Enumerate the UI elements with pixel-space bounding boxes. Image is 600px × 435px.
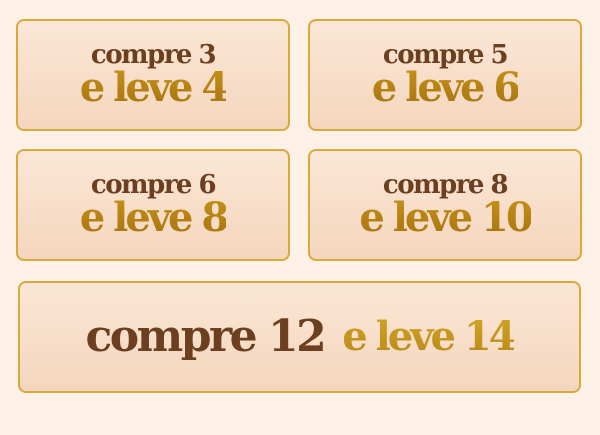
offer-card-buy-5-get-6[interactable]: compre 5 e leve 6: [308, 19, 582, 131]
offer-buy-label: compre 12: [85, 311, 327, 362]
offer-get-label: e leve 10: [359, 194, 533, 241]
offer-get-label: e leve 4: [79, 64, 229, 111]
offer-get-label: e leve 8: [79, 194, 229, 241]
offer-get-label: e leve 14: [342, 313, 516, 360]
offer-get-label: e leve 6: [371, 64, 521, 111]
offer-card-buy-6-get-8[interactable]: compre 6 e leve 8: [16, 149, 290, 261]
offer-card-buy-8-get-10[interactable]: compre 8 e leve 10: [308, 149, 582, 261]
offer-card-buy-3-get-4[interactable]: compre 3 e leve 4: [16, 19, 290, 131]
offer-card-buy-12-get-14[interactable]: compre 12 e leve 14: [18, 281, 581, 393]
